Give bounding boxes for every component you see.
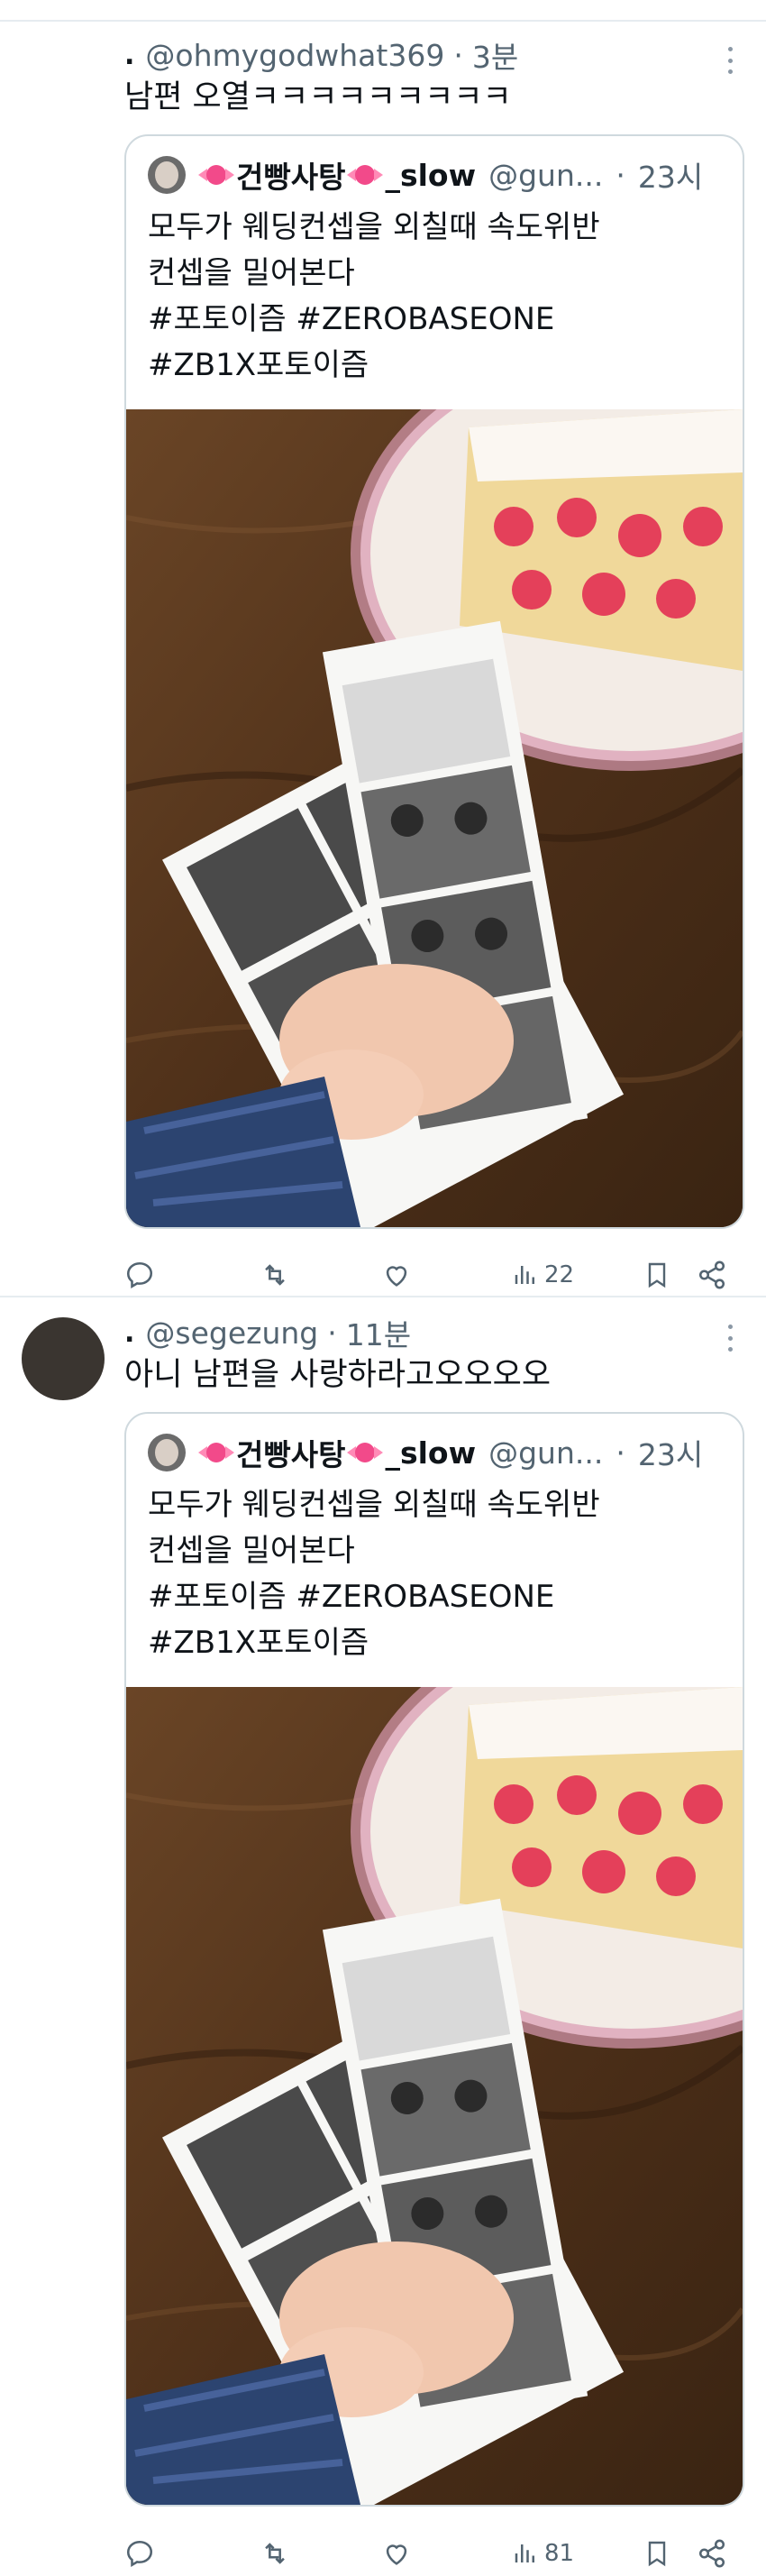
share-button[interactable] xyxy=(697,1252,727,1297)
quoted-display-name: 건빵사탕 xyxy=(236,1437,346,1472)
quoted-avatar xyxy=(148,156,186,194)
candy-emoji-icon xyxy=(347,1441,384,1464)
separator: · xyxy=(616,1435,625,1471)
quoted-hashtags[interactable]: #ZB1X포토이즘 xyxy=(148,343,600,389)
quoted-header: 건빵사탕 _slow @gun... · 23시 xyxy=(148,154,703,196)
views-chart-icon xyxy=(515,2544,534,2562)
retweet-icon xyxy=(265,2543,285,2564)
quoted-photo[interactable] xyxy=(126,409,743,1227)
quoted-line: 컨셉을 밀어본다 xyxy=(148,255,355,291)
reply-icon xyxy=(126,1261,153,1289)
quoted-hashtags[interactable]: #ZB1X포토이즘 xyxy=(148,1620,600,1666)
quoted-tweet[interactable]: 건빵사탕 _slow @gun... · 23시 모두가 웨딩컨셉을 외칠때 속… xyxy=(124,1412,744,2507)
heart-icon xyxy=(386,2544,407,2565)
separator: · xyxy=(327,1315,337,1351)
quoted-line: 모두가 웨딩컨셉을 외칠때 속도위반 xyxy=(148,209,600,245)
quoted-hashtags[interactable]: #포토이즘 #ZEROBASEONE xyxy=(148,1574,600,1620)
candy-emoji-icon xyxy=(198,1441,234,1464)
quoted-photo[interactable] xyxy=(126,1687,743,2505)
quoted-name-suffix: _slow xyxy=(385,1435,477,1471)
quoted-tweet[interactable]: 건빵사탕 _slow @gun... · 23시 모두가 웨딩컨셉을 외칠때 속… xyxy=(124,134,744,1229)
quoted-display-name: 건빵사탕 xyxy=(236,160,346,195)
avatar[interactable] xyxy=(22,1317,105,1400)
tweet[interactable]: . @ohmygodwhat369 · 3분 남편 오열ㅋㅋㅋㅋㅋㅋㅋㅋㅋ 건빵… xyxy=(0,20,766,1296)
bookmark-button[interactable] xyxy=(643,1252,671,1297)
quoted-line: 컨셉을 밀어본다 xyxy=(148,1533,355,1569)
views-count: 81 xyxy=(544,2540,575,2567)
user-handle[interactable]: @segezung xyxy=(145,1316,318,1351)
user-handle[interactable]: @ohmygodwhat369 xyxy=(145,38,444,73)
reply-button[interactable] xyxy=(124,1252,155,1297)
tweet-header: . @segezung · 11분 xyxy=(124,1310,411,1355)
bookmark-icon xyxy=(648,1262,666,1288)
quoted-time: 23시 xyxy=(637,160,704,195)
quoted-avatar xyxy=(148,1434,186,1471)
tweet-header: . @ohmygodwhat369 · 3분 xyxy=(124,32,518,78)
quoted-handle: @gun... xyxy=(488,1435,604,1471)
heart-icon xyxy=(386,1266,407,1287)
display-name[interactable]: . xyxy=(124,1317,134,1349)
separator: · xyxy=(616,157,625,193)
views-count: 22 xyxy=(544,1261,575,1288)
quoted-line: 모두가 웨딩컨셉을 외칠때 속도위반 xyxy=(148,1487,600,1523)
quoted-header: 건빵사탕 _slow @gun... · 23시 xyxy=(148,1432,703,1473)
share-icon xyxy=(698,1260,725,1289)
timestamp[interactable]: 11분 xyxy=(346,1311,411,1354)
more-options-icon[interactable] xyxy=(726,1325,734,1352)
retweet-button[interactable] xyxy=(260,1252,290,1297)
tweet[interactable]: . @segezung · 11분 아니 남편을 사랑하라고오오오오 건빵사탕 … xyxy=(0,1296,766,2571)
timestamp[interactable]: 3분 xyxy=(472,33,518,77)
like-button[interactable] xyxy=(381,1252,412,1297)
quoted-hashtags[interactable]: #포토이즘 #ZEROBASEONE xyxy=(148,297,600,343)
candy-emoji-icon xyxy=(347,163,384,187)
top-divider xyxy=(0,0,766,22)
views-chart-icon xyxy=(515,1266,534,1284)
retweet-icon xyxy=(265,1264,285,1286)
quoted-name-suffix: _slow xyxy=(385,157,477,193)
display-name[interactable]: . xyxy=(124,40,134,71)
quoted-time: 23시 xyxy=(637,1437,704,1472)
quoted-text: 모두가 웨딩컨셉을 외칠때 속도위반 컨셉을 밀어본다 #포토이즘 #ZEROB… xyxy=(148,1482,600,1666)
quoted-handle: @gun... xyxy=(488,157,604,193)
views-button[interactable]: 22 xyxy=(512,1252,574,1297)
more-options-icon[interactable] xyxy=(726,47,734,74)
action-bar: 22 xyxy=(124,1252,737,1297)
tweet-text: 아니 남편을 사랑하라고오오오오 xyxy=(124,1357,552,1393)
share-icon xyxy=(698,2539,725,2568)
separator: · xyxy=(453,37,463,73)
quoted-text: 모두가 웨딩컨셉을 외칠때 속도위반 컨셉을 밀어본다 #포토이즘 #ZEROB… xyxy=(148,205,600,389)
tweet-text: 남편 오열ㅋㅋㅋㅋㅋㅋㅋㅋㅋ xyxy=(124,79,512,115)
candy-emoji-icon xyxy=(198,163,234,187)
reply-icon xyxy=(126,2540,153,2568)
bookmark-icon xyxy=(648,2541,666,2567)
